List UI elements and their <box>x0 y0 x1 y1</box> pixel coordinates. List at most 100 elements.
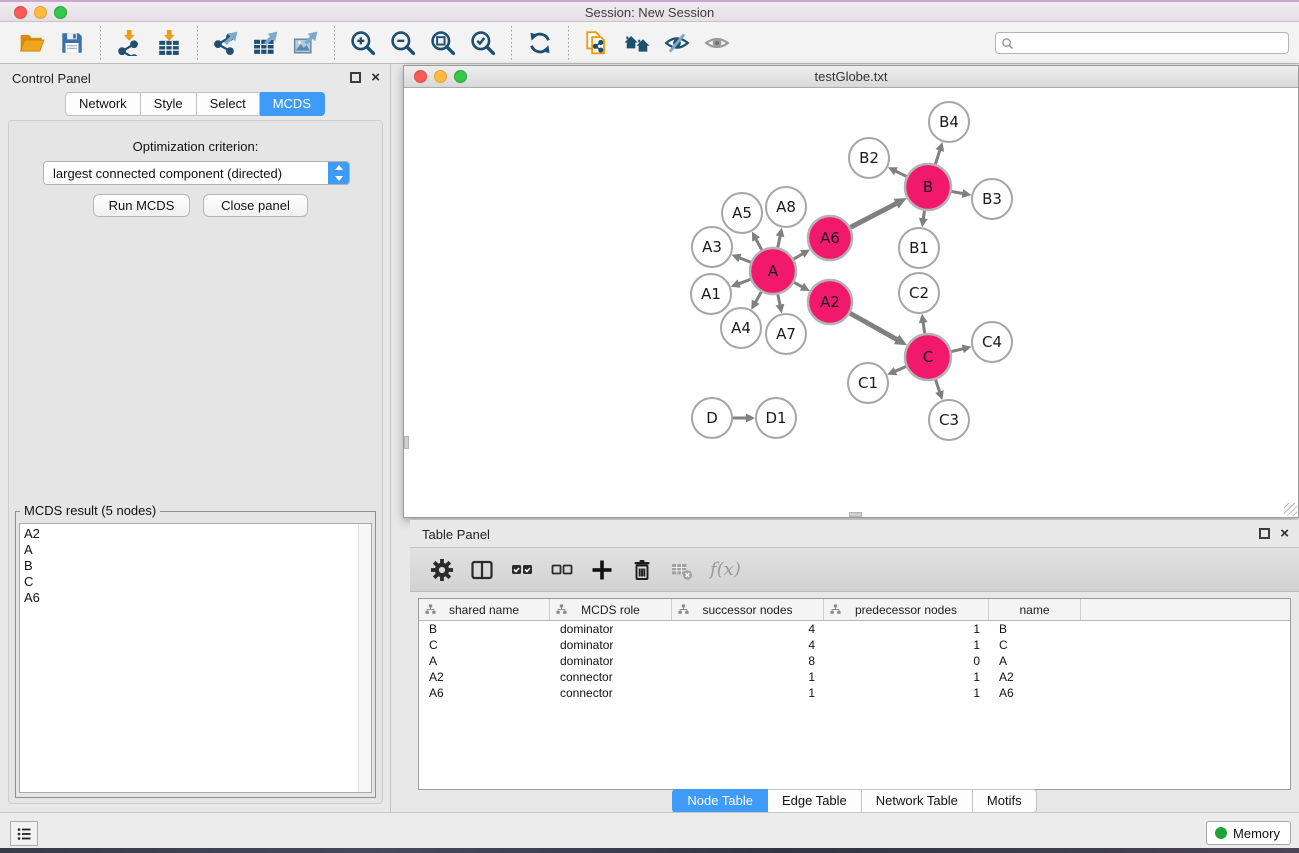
column-header-MCDS-role[interactable]: MCDS role <box>550 599 672 620</box>
result-scrollbar[interactable] <box>358 524 371 792</box>
edge-A-A8[interactable] <box>778 235 780 247</box>
graph-node-A7[interactable]: A7 <box>766 314 806 354</box>
home-network-button[interactable] <box>620 27 654 59</box>
tab-mcds[interactable]: MCDS <box>260 92 325 116</box>
task-history-button[interactable] <box>10 821 38 846</box>
network-window-titlebar[interactable]: testGlobe.txt <box>404 66 1298 88</box>
graph-node-C2[interactable]: C2 <box>899 273 939 313</box>
clone-network-button[interactable] <box>580 27 614 59</box>
refresh-button[interactable] <box>523 27 557 59</box>
graph-node-A4[interactable]: A4 <box>721 308 761 348</box>
network-graph[interactable]: B4B2BB3A5A8A6A3B1AC2A1A2A4A7C4CC1DD1C3 <box>404 88 1298 517</box>
delete-column-button[interactable] <box>624 553 660 587</box>
vertical-scroll-nub[interactable] <box>404 436 409 449</box>
table-row[interactable]: Bdominator41B <box>419 621 1290 637</box>
node-table[interactable]: shared name MCDS role successor nodes pr… <box>418 598 1291 790</box>
edge-A-A7[interactable] <box>778 295 780 306</box>
close-panel-button[interactable]: Close panel <box>203 194 308 217</box>
import-network-button[interactable] <box>112 27 146 59</box>
tab-node-table[interactable]: Node Table <box>672 789 768 813</box>
graph-node-A3[interactable]: A3 <box>692 227 732 267</box>
network-canvas[interactable]: B4B2BB3A5A8A6A3B1AC2A1A2A4A7C4CC1DD1C3 <box>404 88 1298 517</box>
hide-graphics-details-button[interactable] <box>660 27 694 59</box>
edge-A-A5[interactable] <box>756 239 762 250</box>
edge-A-A4[interactable] <box>755 292 761 303</box>
memory-button[interactable]: Memory <box>1206 821 1291 845</box>
zoom-in-button[interactable] <box>346 27 380 59</box>
zoom-selected-button[interactable] <box>466 27 500 59</box>
tab-network-table[interactable]: Network Table <box>862 789 973 813</box>
graph-node-A8[interactable]: A8 <box>766 187 806 227</box>
graph-node-B1[interactable]: B1 <box>899 228 939 268</box>
result-item[interactable]: A2 <box>24 526 371 542</box>
graph-node-A1[interactable]: A1 <box>691 274 731 314</box>
edge-A-A3[interactable] <box>739 258 751 263</box>
graph-node-B[interactable]: B <box>905 164 951 210</box>
graph-node-C4[interactable]: C4 <box>972 322 1012 362</box>
graph-node-C1[interactable]: C1 <box>848 363 888 403</box>
edge-B-B1[interactable] <box>923 211 924 220</box>
result-item[interactable]: C <box>24 574 371 590</box>
delete-table-button[interactable] <box>664 553 700 587</box>
column-header-predecessor-nodes[interactable]: predecessor nodes <box>824 599 989 620</box>
tab-style[interactable]: Style <box>141 92 197 116</box>
close-table-panel-icon[interactable]: × <box>1280 528 1289 539</box>
edge-A-A6[interactable] <box>794 254 803 259</box>
select-all-button[interactable] <box>504 553 540 587</box>
horizontal-scroll-nub[interactable] <box>849 512 862 517</box>
edge-B-B2[interactable] <box>895 171 906 177</box>
import-table-button[interactable] <box>152 27 186 59</box>
edge-C-C4[interactable] <box>951 349 963 352</box>
edge-C-C1[interactable] <box>895 367 906 372</box>
zoom-fit-button[interactable] <box>426 27 460 59</box>
export-network-button[interactable] <box>209 27 243 59</box>
gear-button[interactable] <box>424 553 460 587</box>
graph-node-C[interactable]: C <box>905 334 951 380</box>
float-table-panel-icon[interactable] <box>1259 528 1270 539</box>
search-box[interactable] <box>995 32 1289 54</box>
column-header-shared-name[interactable]: shared name <box>419 599 550 620</box>
table-row[interactable]: Cdominator41C <box>419 637 1290 653</box>
edge-A-A1[interactable] <box>738 279 750 284</box>
result-item[interactable]: B <box>24 558 371 574</box>
export-image-button[interactable] <box>289 27 323 59</box>
float-panel-icon[interactable] <box>350 72 361 83</box>
show-graphics-details-button[interactable] <box>700 27 734 59</box>
function-builder-button[interactable]: f(x) <box>710 559 741 580</box>
edge-B-B3[interactable] <box>952 191 964 193</box>
edge-A2-C[interactable] <box>850 313 897 340</box>
table-row[interactable]: A2connector11A2 <box>419 669 1290 685</box>
edge-B-B4[interactable] <box>935 150 940 165</box>
open-file-button[interactable] <box>15 27 49 59</box>
export-table-button[interactable] <box>249 27 283 59</box>
select-none-button[interactable] <box>544 553 580 587</box>
graph-node-D1[interactable]: D1 <box>756 398 796 438</box>
graph-node-C3[interactable]: C3 <box>929 400 969 440</box>
graph-node-A5[interactable]: A5 <box>722 193 762 233</box>
tab-edge-table[interactable]: Edge Table <box>768 789 862 813</box>
edge-C-C3[interactable] <box>936 380 940 393</box>
edge-A-A2[interactable] <box>794 282 803 287</box>
graph-node-B3[interactable]: B3 <box>972 179 1012 219</box>
column-header-name[interactable]: name <box>989 599 1081 620</box>
tab-network[interactable]: Network <box>65 92 141 116</box>
result-item[interactable]: A6 <box>24 590 371 606</box>
search-input[interactable] <box>1014 34 1288 52</box>
edge-A6-B[interactable] <box>850 203 897 227</box>
zoom-out-button[interactable] <box>386 27 420 59</box>
run-mcds-button[interactable]: Run MCDS <box>93 194 190 217</box>
graph-node-A[interactable]: A <box>750 248 796 294</box>
graph-node-D[interactable]: D <box>692 398 732 438</box>
column-header-successor-nodes[interactable]: successor nodes <box>672 599 824 620</box>
add-column-button[interactable] <box>584 553 620 587</box>
columns-button[interactable] <box>464 553 500 587</box>
graph-node-B4[interactable]: B4 <box>929 102 969 142</box>
graph-node-A2[interactable]: A2 <box>808 280 852 324</box>
close-panel-icon[interactable]: × <box>371 72 380 83</box>
criterion-dropdown[interactable]: largest connected component (directed) <box>43 161 350 185</box>
edge-C-C2[interactable] <box>923 322 925 334</box>
graph-node-A6[interactable]: A6 <box>808 216 852 260</box>
result-item[interactable]: A <box>24 542 371 558</box>
mcds-result-list[interactable]: A2ABCA6 <box>19 523 372 793</box>
tab-motifs[interactable]: Motifs <box>973 789 1037 813</box>
